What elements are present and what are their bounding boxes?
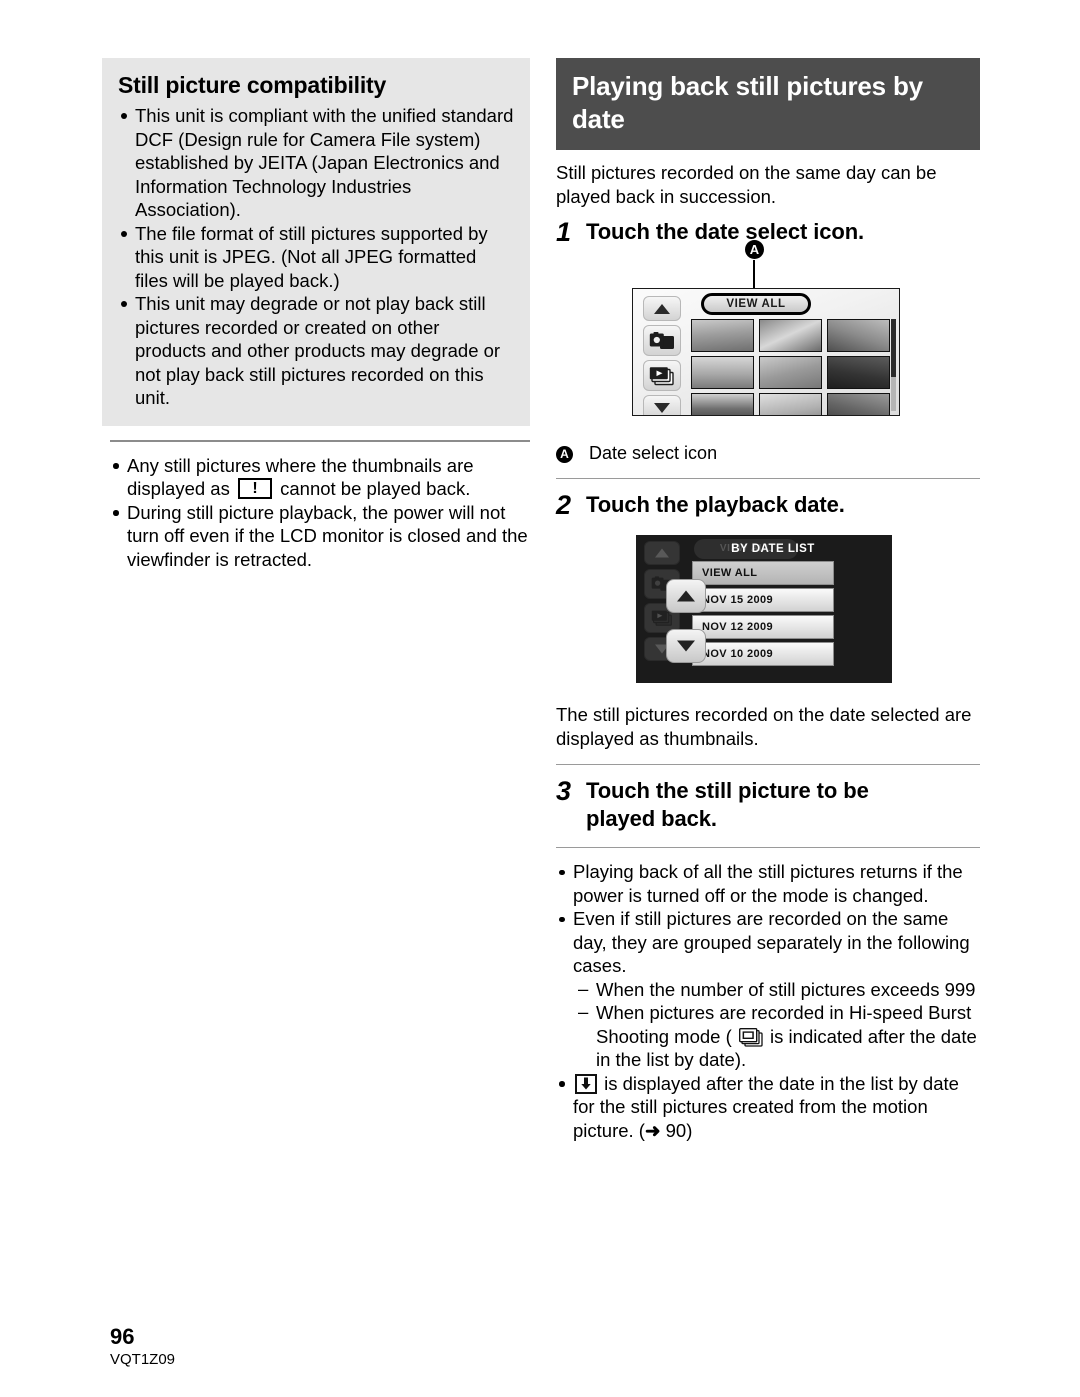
list-item: Any still pictures where the thumbnails …: [110, 454, 530, 501]
final-notes-list: Playing back of all the still pictures r…: [556, 860, 980, 978]
list-item[interactable]: NOV 15 2009: [692, 588, 834, 612]
manual-page: Still picture compatibility This unit is…: [0, 0, 1080, 1397]
section-header: Playing back still pictures by date: [556, 58, 980, 150]
video-mode-glyph: [649, 366, 674, 385]
step-number: 2: [556, 490, 572, 520]
callout-badge-a: A: [556, 446, 573, 463]
list-item: The file format of still pictures suppor…: [118, 222, 514, 293]
scroll-up-icon[interactable]: [643, 296, 681, 321]
page-ref-number: 90: [665, 1119, 687, 1141]
callout-tag-a: A: [745, 240, 764, 259]
document-code: VQT1Z09: [110, 1351, 176, 1368]
thumbnail-row: [691, 356, 891, 389]
step-2: 2 Touch the playback date.: [556, 491, 980, 519]
thumbnail-cell[interactable]: [759, 393, 822, 415]
final-notes-list-2: is displayed after the date in the list …: [556, 1072, 980, 1143]
step-text: Touch the date select icon.: [586, 219, 865, 244]
list-item: When the number of still pictures exceed…: [578, 977, 980, 1002]
left-column: Still picture compatibility This unit is…: [102, 58, 530, 572]
thumbnail-row: [691, 319, 891, 352]
note-text-part2: ): [686, 1119, 693, 1141]
motion-picture-capture-icon: [575, 1073, 597, 1094]
by-date-list-title: BY DATE LIST: [731, 543, 815, 555]
photo-mode-glyph: [649, 331, 674, 349]
list-item[interactable]: NOV 12 2009: [692, 615, 834, 639]
compatibility-bullet-list: This unit is compliant with the unified …: [118, 104, 514, 410]
step-number: 3: [556, 776, 572, 806]
step-text: Touch the still picture to be played bac…: [586, 778, 869, 831]
list-item: Playing back of all the still pictures r…: [556, 860, 980, 907]
screenshot-by-date-list: VIEW ALL BY DATE LIST VIEW ALL NOV 15 20…: [636, 535, 980, 683]
screenshot-thumbnail-grid: A VIEW ALL: [626, 240, 906, 432]
left-divider: [110, 439, 530, 442]
step-number: 1: [556, 217, 572, 247]
photo-mode-icon[interactable]: [643, 325, 681, 356]
thumbnail-grid: [691, 319, 891, 415]
list-item: When pictures are recorded in Hi-speed B…: [578, 1000, 980, 1072]
thumbnail-cell[interactable]: [827, 319, 890, 352]
thumbnail-cell[interactable]: [691, 319, 754, 352]
list-item: During still picture playback, the power…: [110, 501, 530, 572]
ghost-scroll-up-icon: [644, 541, 680, 565]
scroll-down-icon[interactable]: [643, 395, 681, 415]
right-divider-2: [556, 764, 980, 765]
video-mode-icon[interactable]: [643, 360, 681, 391]
still-picture-compatibility-box: Still picture compatibility This unit is…: [102, 58, 530, 426]
thumbnail-cell[interactable]: [691, 356, 754, 389]
view-all-button[interactable]: VIEW ALL: [701, 293, 811, 315]
callout-caption-label: Date select icon: [589, 443, 718, 463]
page-number: 96: [110, 1324, 135, 1349]
final-notes-dash-list: When the number of still pictures exceed…: [556, 977, 980, 1072]
warning-thumbnail-icon: [237, 478, 272, 499]
list-item[interactable]: VIEW ALL: [692, 561, 834, 585]
section-lead-text: Still pictures recorded on the same day …: [556, 162, 937, 207]
thumbnail-cell[interactable]: [691, 393, 754, 415]
left-notes-list: Any still pictures where the thumbnails …: [110, 454, 530, 572]
right-divider-1: [556, 478, 980, 479]
list-item: This unit is compliant with the unified …: [118, 104, 514, 222]
page-footer: 96 VQT1Z09: [110, 1325, 175, 1369]
scrollbar-thumb[interactable]: [891, 319, 896, 377]
list-item: This unit may degrade or not play back s…: [118, 292, 514, 410]
step-3: 3 Touch the still picture to be played b…: [556, 777, 980, 833]
list-scroll-down-button[interactable]: [666, 629, 706, 663]
thumbnail-cell[interactable]: [827, 356, 890, 389]
right-column: Playing back still pictures by date Stil…: [556, 58, 980, 1142]
page-ref-arrow: ➜: [644, 1119, 661, 1141]
list-scroll-up-button[interactable]: [666, 579, 706, 613]
right-divider-3: [556, 847, 980, 848]
thumbnail-cell[interactable]: [827, 393, 890, 415]
callout-caption: A Date select icon: [556, 442, 980, 464]
list-item[interactable]: NOV 10 2009: [692, 642, 834, 666]
step-1: 1 Touch the date select icon.: [556, 218, 980, 246]
step-text: Touch the playback date.: [586, 492, 845, 517]
ghost-video-glyph: [651, 610, 672, 626]
note-text-part1: is displayed after the date in the list …: [573, 1072, 959, 1141]
thumbnail-row: [691, 393, 891, 415]
thumbnail-cell[interactable]: [759, 319, 822, 352]
list-item: is displayed after the date in the list …: [556, 1072, 980, 1143]
camera-screen-date-list: VIEW ALL BY DATE LIST VIEW ALL NOV 15 20…: [636, 535, 892, 683]
camera-screen-grid: VIEW ALL: [632, 288, 900, 416]
date-list: VIEW ALL NOV 15 2009 NOV 12 2009 NOV 10 …: [692, 561, 834, 669]
note-text-part2: cannot be played back.: [280, 478, 471, 499]
burst-shooting-icon: [738, 1027, 763, 1047]
gray-box-heading: Still picture compatibility: [118, 72, 387, 98]
screen-side-toolbar: [639, 294, 685, 415]
list-item: Even if still pictures are recorded on t…: [556, 907, 980, 978]
thumbnail-cell[interactable]: [759, 356, 822, 389]
after-screenshot-text: The still pictures recorded on the date …: [556, 704, 972, 749]
callout-leader-line: [753, 260, 755, 290]
